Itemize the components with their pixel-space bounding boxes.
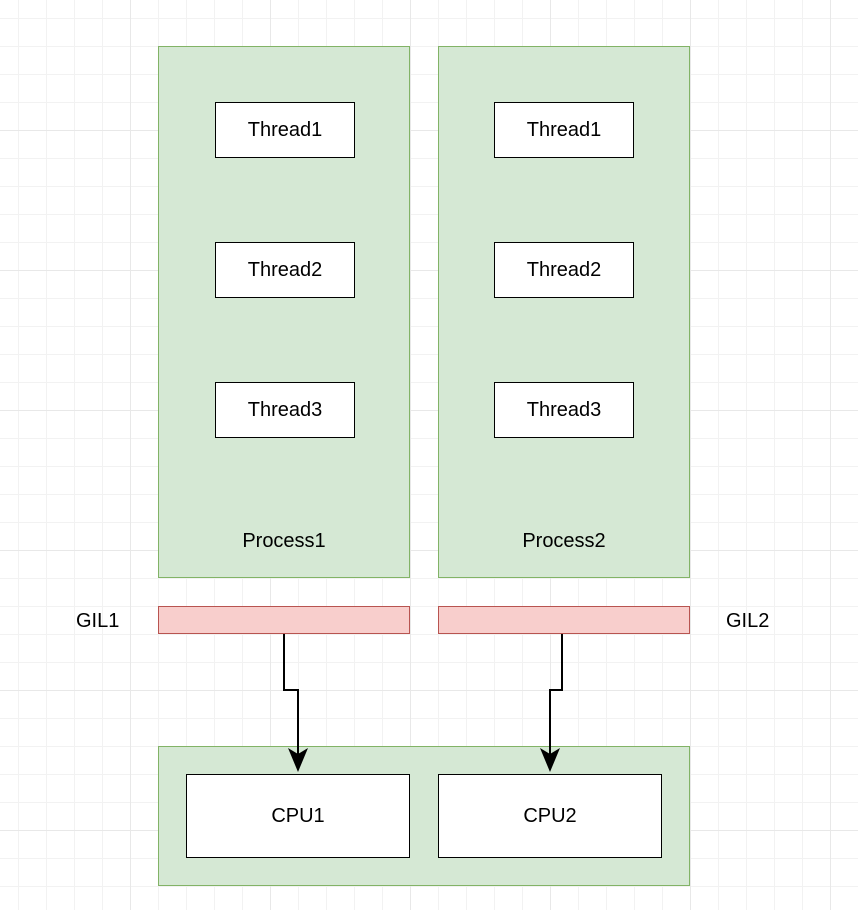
process2-label: Process2 bbox=[522, 530, 605, 553]
diagram-canvas: Process1 Thread1 Thread2 Thread3 Process… bbox=[0, 0, 858, 910]
process2-thread3: Thread3 bbox=[494, 382, 634, 438]
cpu2-label: CPU2 bbox=[523, 805, 576, 828]
cpu1-label: CPU1 bbox=[271, 805, 324, 828]
process2-thread3-label: Thread3 bbox=[527, 399, 602, 422]
process2-thread2-label: Thread2 bbox=[527, 259, 602, 282]
process1-thread1: Thread1 bbox=[215, 102, 355, 158]
gil1-box bbox=[158, 606, 410, 634]
gil2-box bbox=[438, 606, 690, 634]
process1-label: Process1 bbox=[242, 530, 325, 553]
process2-thread1-label: Thread1 bbox=[527, 119, 602, 142]
process1-thread3-label: Thread3 bbox=[248, 399, 323, 422]
process1-thread1-label: Thread1 bbox=[248, 119, 323, 142]
process2-thread1: Thread1 bbox=[494, 102, 634, 158]
gil2-label: GIL2 bbox=[726, 610, 769, 633]
process1-thread3: Thread3 bbox=[215, 382, 355, 438]
cpu1-box: CPU1 bbox=[186, 774, 410, 858]
process1-thread2: Thread2 bbox=[215, 242, 355, 298]
cpu2-box: CPU2 bbox=[438, 774, 662, 858]
process1-thread2-label: Thread2 bbox=[248, 259, 323, 282]
process2-thread2: Thread2 bbox=[494, 242, 634, 298]
gil1-label: GIL1 bbox=[76, 610, 119, 633]
